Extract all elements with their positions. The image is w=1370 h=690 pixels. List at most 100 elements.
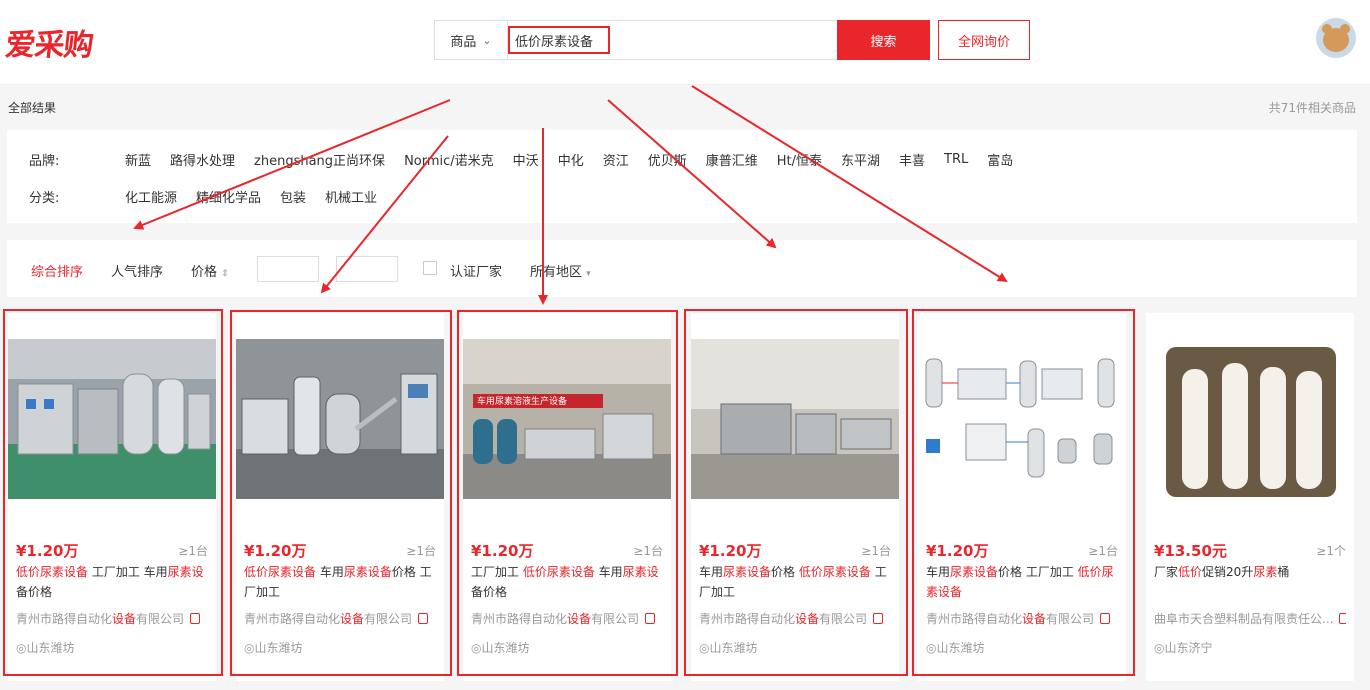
region-select[interactable]: 所有地区 ▾ bbox=[530, 261, 591, 280]
certified-badge-icon bbox=[873, 613, 884, 624]
product-title[interactable]: 低价尿素设备 工厂加工 车用尿素设备价格 bbox=[16, 562, 208, 602]
product-title[interactable]: 车用尿素设备价格 低价尿素设备 工厂加工 bbox=[699, 562, 891, 602]
brand-filter-label: 品牌: bbox=[29, 154, 60, 169]
certified-badge-icon bbox=[1100, 613, 1111, 624]
top-header: 爱采购 商品 ⌄ 搜索 全网询价 bbox=[0, 0, 1370, 85]
brand-option[interactable]: Ht/恒泰 bbox=[777, 150, 822, 169]
brand-option[interactable]: 东平湖 bbox=[841, 150, 880, 169]
product-moq: ≥1台 bbox=[178, 544, 208, 558]
results-bar: 全部结果 共71件相关商品 bbox=[0, 86, 1370, 128]
product-price: ¥13.50元 bbox=[1154, 542, 1227, 560]
title-segment: 价格 工厂加工 bbox=[998, 565, 1078, 579]
product-moq: ≥1台 bbox=[406, 544, 436, 558]
title-segment: 尿素设备 bbox=[723, 565, 772, 579]
product-title[interactable]: 厂家低价促销20升尿素桶 bbox=[1154, 562, 1346, 582]
site-logo[interactable]: 爱采购 bbox=[4, 20, 96, 64]
certified-badge-icon bbox=[645, 613, 656, 624]
brand-option[interactable]: 优贝斯 bbox=[648, 150, 687, 169]
brand-option[interactable]: zhengshang正尚环保 bbox=[254, 150, 385, 169]
brand-option[interactable]: 中沃 bbox=[513, 150, 539, 169]
company-name[interactable]: 曲阜市天合塑料制品有限责任公... bbox=[1154, 610, 1346, 627]
category-option[interactable]: 精细化学品 bbox=[196, 187, 261, 206]
certified-badge-icon bbox=[190, 613, 201, 624]
title-segment: 尿素设 bbox=[622, 565, 659, 579]
category-select[interactable]: 商品 ⌄ bbox=[435, 21, 508, 59]
category-option[interactable]: 机械工业 bbox=[325, 187, 377, 206]
certified-checkbox[interactable] bbox=[423, 261, 437, 275]
category-option[interactable]: 化工能源 bbox=[125, 187, 177, 206]
certified-badge-icon bbox=[418, 613, 429, 624]
company-name-post: 有限公司 bbox=[1046, 612, 1095, 626]
product-image[interactable] bbox=[691, 339, 899, 499]
price-min-input[interactable] bbox=[257, 256, 319, 282]
brand-option[interactable]: 资江 bbox=[603, 150, 629, 169]
category-option[interactable]: 包装 bbox=[280, 187, 306, 206]
location-text: 山东潍坊 bbox=[936, 641, 985, 655]
company-name-pre: 曲阜市天合塑料制品有限责任公... bbox=[1154, 612, 1334, 626]
title-segment: 促销20升 bbox=[1202, 565, 1254, 579]
title-segment: 备价格 bbox=[471, 585, 508, 599]
product-moq: ≥1台 bbox=[1088, 544, 1118, 558]
company-name-pre: 青州市路得自动化 bbox=[699, 612, 796, 626]
company-name-post: 有限公司 bbox=[591, 612, 640, 626]
title-segment: 尿素 bbox=[1253, 565, 1278, 579]
filter-panel: 品牌: 新蓝 路得水处理 zhengshang正尚环保 Normic/诺米克 中… bbox=[7, 130, 1357, 223]
category-filter-row: 分类: 化工能源 精细化学品 包装 机械工业 bbox=[29, 187, 396, 206]
sort-price[interactable]: 价格 ⇕ bbox=[191, 261, 229, 280]
product-price: ¥1.20万 bbox=[244, 542, 307, 560]
title-segment: 低价尿素设备 bbox=[244, 565, 317, 579]
product-card[interactable]: 车用尿素溶液生产设备 ¥1.20万 ≥1台 工厂加工 低价尿素设备 车用尿素设备… bbox=[463, 313, 671, 681]
title-segment: 车用 bbox=[926, 565, 951, 579]
product-image[interactable] bbox=[236, 339, 444, 499]
product-card[interactable]: ¥1.20万 ≥1台 车用尿素设备价格 工厂加工 低价尿素设备 青州市路得自动化… bbox=[918, 313, 1126, 681]
product-title[interactable]: 车用尿素设备价格 工厂加工 低价尿素设备 bbox=[926, 562, 1118, 602]
sort-arrows-icon: ⇕ bbox=[221, 269, 229, 279]
company-name[interactable]: 青州市路得自动化设备有限公司 bbox=[16, 610, 208, 627]
product-location: ◎山东潍坊 bbox=[244, 639, 303, 656]
company-name[interactable]: 青州市路得自动化设备有限公司 bbox=[699, 610, 891, 627]
brand-option[interactable]: 丰喜 bbox=[899, 150, 925, 169]
title-segment: 低价尿素设备 bbox=[522, 565, 595, 579]
title-segment: 低价尿素设备 bbox=[16, 565, 89, 579]
brand-option[interactable]: 中化 bbox=[558, 150, 584, 169]
product-image[interactable]: 车用尿素溶液生产设备 bbox=[463, 339, 671, 499]
location-pin-icon: ◎ bbox=[926, 641, 937, 655]
sort-comprehensive[interactable]: 综合排序 bbox=[31, 261, 83, 280]
product-price: ¥1.20万 bbox=[16, 542, 79, 560]
brand-option[interactable]: 康普汇维 bbox=[706, 150, 758, 169]
title-segment: 车用 bbox=[594, 565, 623, 579]
brand-option[interactable]: 富岛 bbox=[987, 150, 1013, 169]
brand-option[interactable]: Normic/诺米克 bbox=[404, 150, 494, 169]
search-input[interactable] bbox=[509, 27, 839, 53]
company-name-pre: 青州市路得自动化 bbox=[16, 612, 113, 626]
avatar[interactable] bbox=[1316, 18, 1356, 58]
product-card[interactable]: ¥1.20万 ≥1台 低价尿素设备 车用尿素设备价格 工厂加工 青州市路得自动化… bbox=[236, 313, 444, 681]
product-title[interactable]: 低价尿素设备 车用尿素设备价格 工厂加工 bbox=[244, 562, 436, 602]
location-text: 山东潍坊 bbox=[26, 641, 75, 655]
price-max-input[interactable] bbox=[336, 256, 398, 282]
product-card[interactable]: ¥13.50元 ≥1个 厂家低价促销20升尿素桶 曲阜市天合塑料制品有限责任公.… bbox=[1146, 313, 1354, 681]
inquiry-button[interactable]: 全网询价 bbox=[938, 20, 1030, 60]
title-segment: 尿素设备 bbox=[950, 565, 999, 579]
sort-popularity[interactable]: 人气排序 bbox=[111, 261, 163, 280]
product-image[interactable] bbox=[8, 339, 216, 499]
certified-label: 认证厂家 bbox=[450, 265, 503, 280]
company-name[interactable]: 青州市路得自动化设备有限公司 bbox=[471, 610, 663, 627]
product-image[interactable] bbox=[918, 339, 1126, 499]
product-card[interactable]: ¥1.20万 ≥1台 低价尿素设备 工厂加工 车用尿素设备价格 青州市路得自动化… bbox=[8, 313, 216, 681]
company-name-post: 有限公司 bbox=[136, 612, 185, 626]
search-button[interactable]: 搜索 bbox=[837, 20, 930, 60]
company-name[interactable]: 青州市路得自动化设备有限公司 bbox=[926, 610, 1118, 627]
brand-option[interactable]: 路得水处理 bbox=[170, 150, 235, 169]
company-name-hl: 设备 bbox=[567, 612, 592, 626]
brand-option[interactable]: TRL bbox=[944, 152, 968, 167]
company-name[interactable]: 青州市路得自动化设备有限公司 bbox=[244, 610, 436, 627]
product-location: ◎山东潍坊 bbox=[926, 639, 985, 656]
product-card[interactable]: ¥1.20万 ≥1台 车用尿素设备价格 低价尿素设备 工厂加工 青州市路得自动化… bbox=[691, 313, 899, 681]
location-pin-icon: ◎ bbox=[16, 641, 27, 655]
product-image[interactable] bbox=[1146, 339, 1354, 499]
product-title[interactable]: 工厂加工 低价尿素设备 车用尿素设备价格 bbox=[471, 562, 663, 602]
location-pin-icon: ◎ bbox=[1154, 641, 1165, 655]
brand-option[interactable]: 新蓝 bbox=[125, 150, 151, 169]
urea-bags-image bbox=[1146, 339, 1354, 499]
